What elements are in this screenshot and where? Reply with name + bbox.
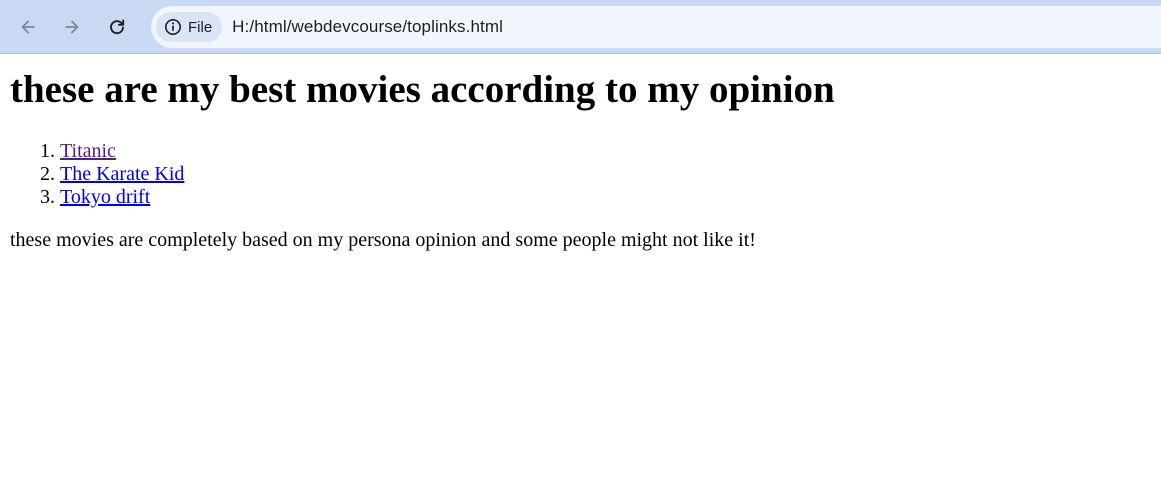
reload-icon bbox=[110, 19, 125, 35]
browser-toolbar: File H:/html/webdevcourse/toplinks.html bbox=[0, 0, 1161, 54]
url-text[interactable]: H:/html/webdevcourse/toplinks.html bbox=[232, 17, 503, 37]
list-item: Titanic bbox=[60, 140, 184, 163]
reload-button[interactable] bbox=[99, 9, 135, 45]
page-heading: these are my best movies according to my… bbox=[10, 68, 835, 111]
list-item: The Karate Kid bbox=[60, 163, 184, 186]
movie-list: Titanic The Karate Kid Tokyo drift bbox=[0, 140, 184, 209]
forward-button[interactable] bbox=[54, 9, 90, 45]
back-button[interactable] bbox=[10, 9, 46, 45]
arrow-right-icon bbox=[65, 20, 79, 34]
disclaimer-text: these movies are completely based on my … bbox=[10, 229, 756, 251]
address-bar[interactable]: File H:/html/webdevcourse/toplinks.html bbox=[151, 6, 1161, 48]
arrow-left-icon bbox=[21, 20, 35, 34]
movie-link-tokyo-drift[interactable]: Tokyo drift bbox=[60, 186, 150, 208]
movie-link-karate-kid[interactable]: The Karate Kid bbox=[60, 163, 184, 185]
movie-link-titanic[interactable]: Titanic bbox=[60, 140, 116, 162]
site-info-label: File bbox=[188, 18, 213, 36]
info-icon bbox=[165, 19, 181, 35]
list-item: Tokyo drift bbox=[60, 186, 184, 209]
page-content: these are my best movies according to my… bbox=[0, 55, 1161, 496]
site-info-chip[interactable]: File bbox=[156, 12, 223, 42]
